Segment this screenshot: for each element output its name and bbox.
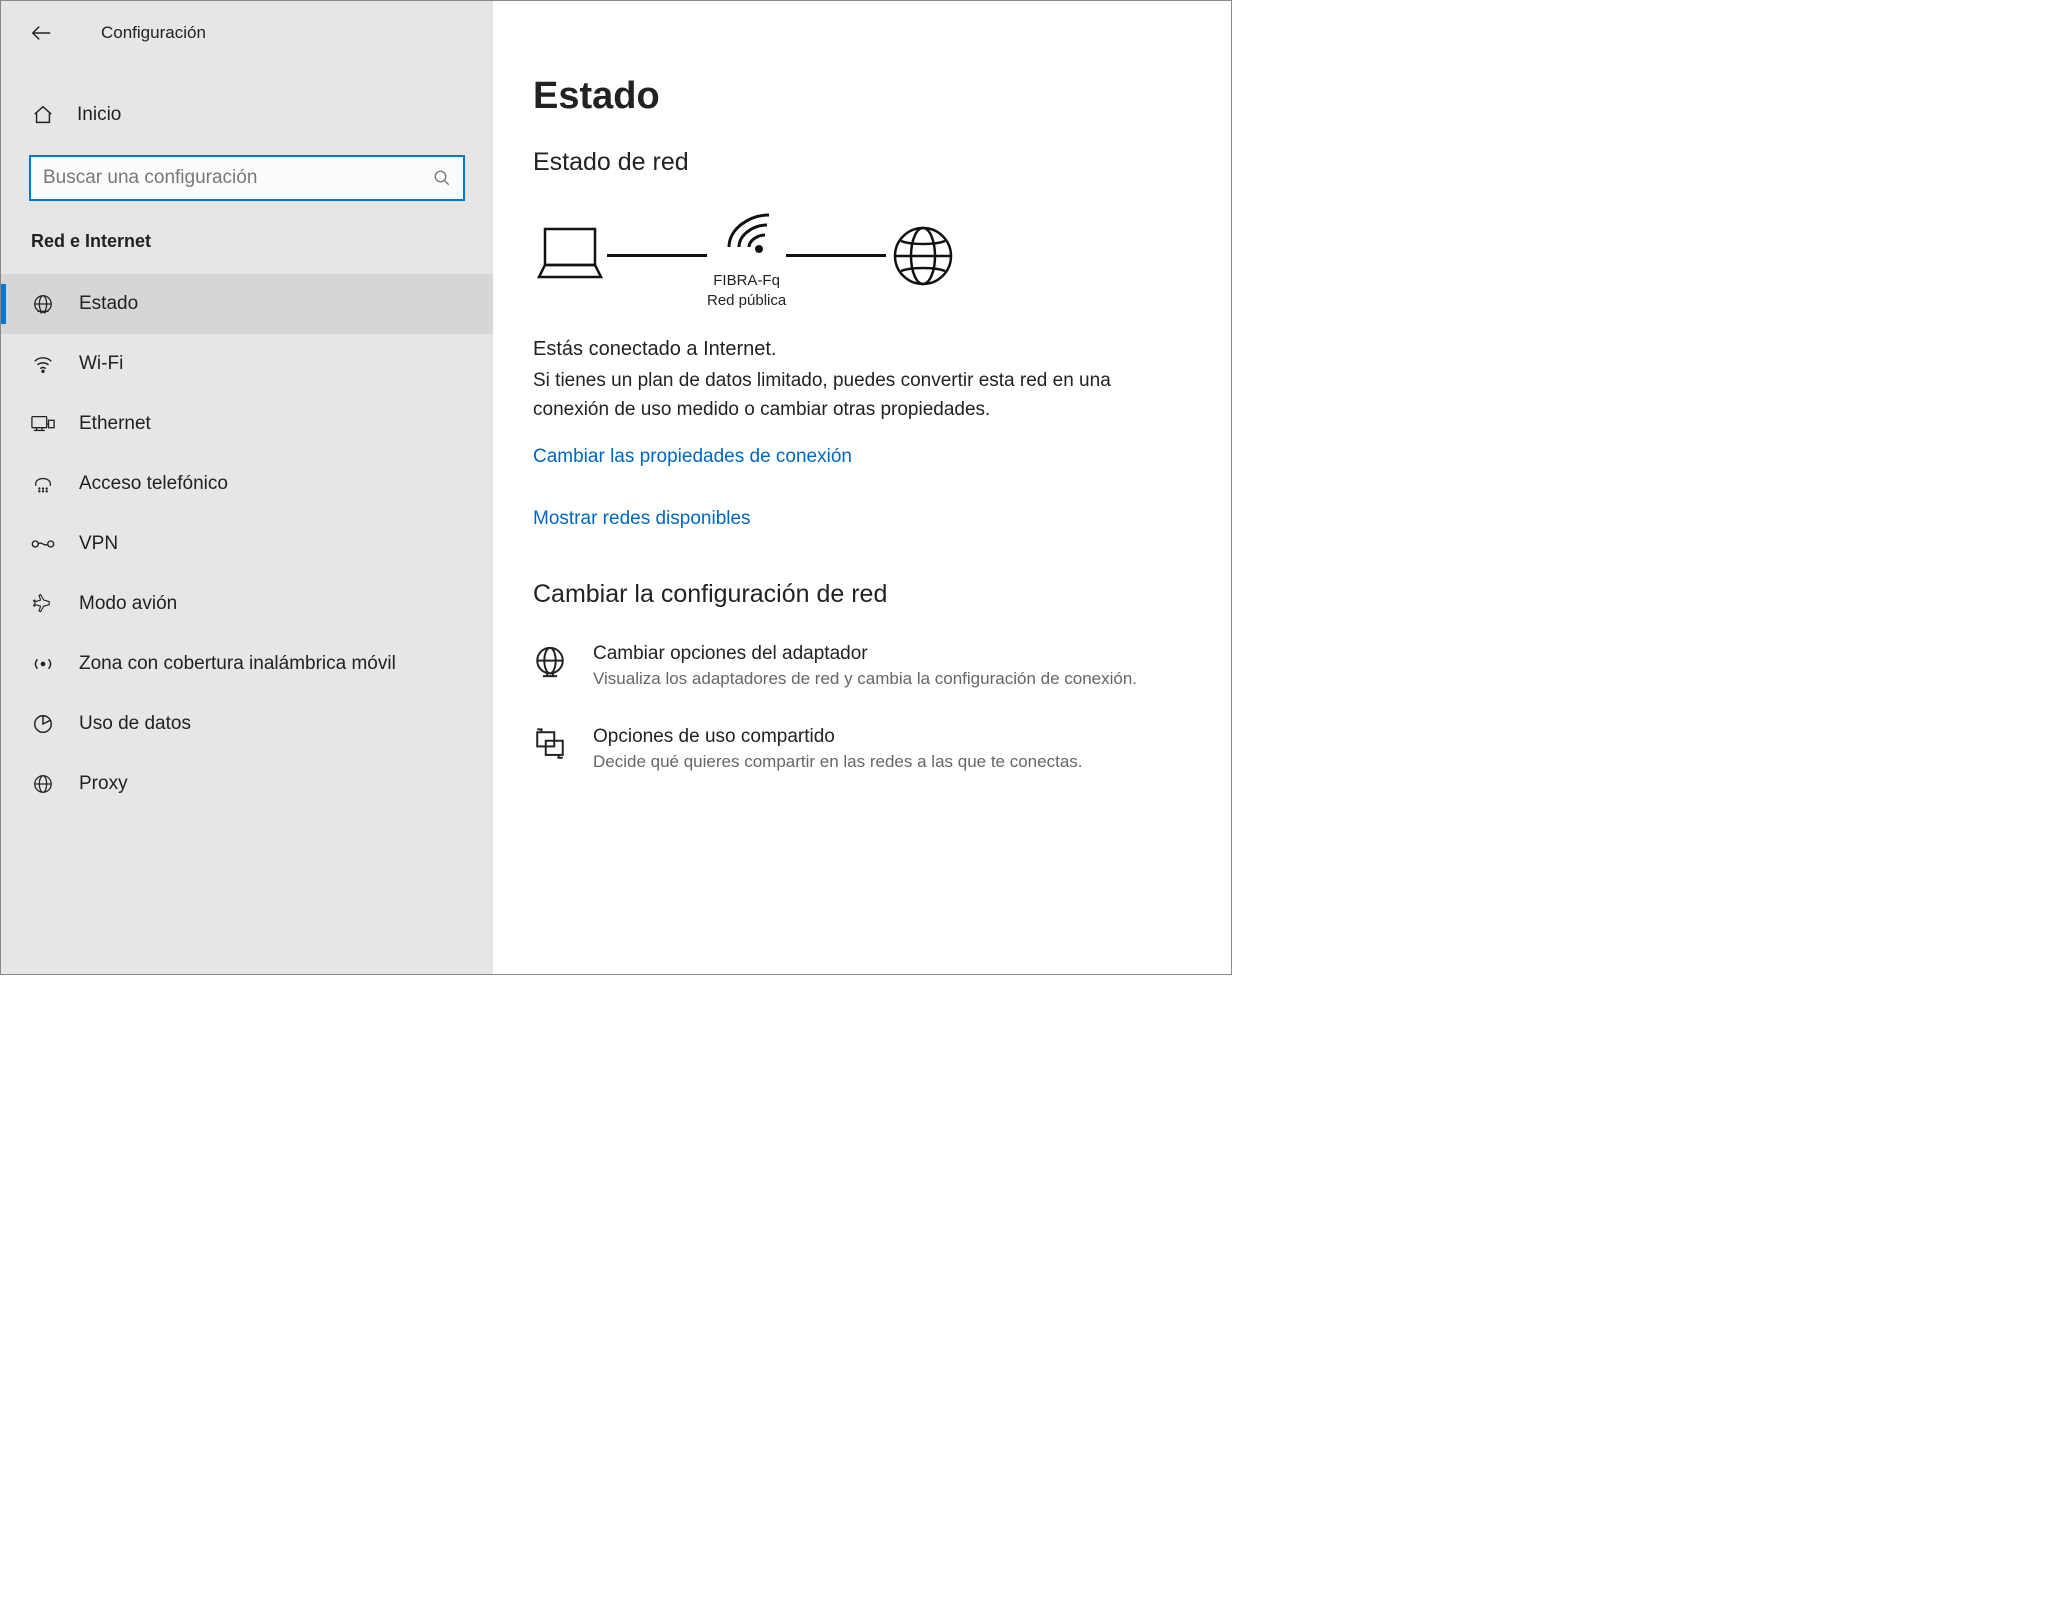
back-button[interactable] <box>29 21 53 45</box>
dialup-icon <box>31 472 55 496</box>
sidebar-item-dialup[interactable]: Acceso telefónico <box>1 454 493 514</box>
connector-line <box>607 254 707 257</box>
home-icon <box>31 103 55 127</box>
sidebar-item-airplane[interactable]: Modo avión <box>1 574 493 634</box>
globe-icon <box>886 221 960 291</box>
vpn-icon <box>31 532 55 556</box>
option-sharing[interactable]: Opciones de uso compartido Decide qué qu… <box>533 726 1191 775</box>
sidebar-item-label: Proxy <box>79 773 128 795</box>
search-input-container[interactable] <box>29 155 465 201</box>
sidebar-item-label: Estado <box>79 293 138 315</box>
airplane-icon <box>31 592 55 616</box>
option-desc: Visualiza los adaptadores de red y cambi… <box>593 667 1137 692</box>
globe-icon <box>31 292 55 316</box>
sidebar-item-hotspot[interactable]: Zona con cobertura inalámbrica móvil <box>1 634 493 694</box>
sidebar-item-vpn[interactable]: VPN <box>1 514 493 574</box>
connected-heading: Estás conectado a Internet. <box>533 338 1191 361</box>
sidebar-item-label: Ethernet <box>79 413 151 435</box>
sidebar-item-label: Uso de datos <box>79 713 191 735</box>
main-content[interactable]: Estado Estado de red FIBRA-Fq Red públic… <box>493 1 1231 974</box>
option-desc: Decide qué quieres compartir en las rede… <box>593 750 1083 775</box>
ethernet-icon <box>31 412 55 436</box>
sidebar-item-label: Wi-Fi <box>79 353 123 375</box>
hotspot-icon <box>31 652 55 676</box>
sidebar-item-label: VPN <box>79 533 118 555</box>
adapter-icon <box>533 645 569 681</box>
sidebar-item-label: Acceso telefónico <box>79 473 228 495</box>
network-type: Red pública <box>707 291 786 311</box>
option-title: Cambiar opciones del adaptador <box>593 643 1137 665</box>
sidebar-item-estado[interactable]: Estado <box>1 274 493 334</box>
laptop-icon <box>533 221 607 291</box>
globe-icon <box>31 772 55 796</box>
page-title: Estado <box>533 75 1191 118</box>
sidebar-item-label: Modo avión <box>79 593 177 615</box>
section-title-change: Cambiar la configuración de red <box>533 580 1191 609</box>
search-input[interactable] <box>43 167 433 189</box>
section-title-status: Estado de red <box>533 148 1191 177</box>
option-title: Opciones de uso compartido <box>593 726 1083 748</box>
sidebar-item-datausage[interactable]: Uso de datos <box>1 694 493 754</box>
wifi-icon <box>715 201 779 271</box>
sidebar-item-ethernet[interactable]: Ethernet <box>1 394 493 454</box>
link-show-networks[interactable]: Mostrar redes disponibles <box>533 508 1191 530</box>
link-change-connection-props[interactable]: Cambiar las propiedades de conexión <box>533 446 1191 468</box>
network-diagram: FIBRA-Fq Red pública <box>533 201 1191 310</box>
option-adapter[interactable]: Cambiar opciones del adaptador Visualiza… <box>533 643 1191 692</box>
network-name: FIBRA-Fq <box>707 271 786 291</box>
wifi-icon <box>31 352 55 376</box>
pie-icon <box>31 712 55 736</box>
sidebar-home-label: Inicio <box>77 104 121 126</box>
sidebar-item-wifi[interactable]: Wi-Fi <box>1 334 493 394</box>
connector-line <box>786 254 886 257</box>
search-icon <box>433 169 451 187</box>
sidebar-home[interactable]: Inicio <box>1 89 493 141</box>
sidebar-item-label: Zona con cobertura inalámbrica móvil <box>79 653 396 675</box>
sharing-icon <box>533 728 569 764</box>
connected-description: Si tienes un plan de datos limitado, pue… <box>533 367 1173 424</box>
app-title: Configuración <box>101 23 206 43</box>
sidebar-item-proxy[interactable]: Proxy <box>1 754 493 814</box>
sidebar-category-title: Red e Internet <box>1 231 493 274</box>
